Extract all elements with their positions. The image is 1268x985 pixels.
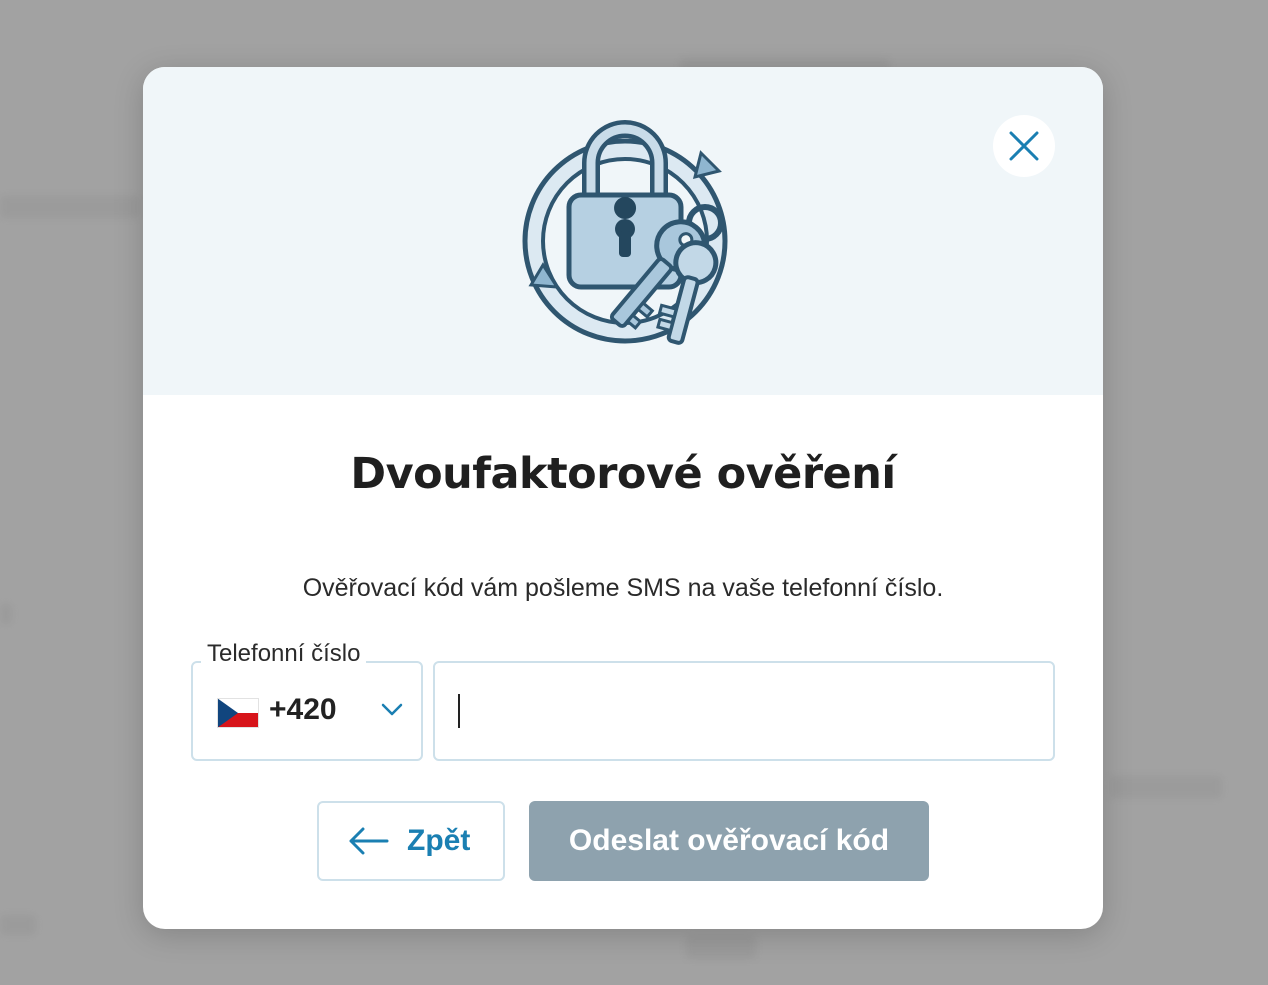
back-button[interactable]: Zpět [317,801,505,881]
two-factor-modal: Dvoufaktorové ověření Ověřovací kód vám … [143,67,1103,929]
lock-keys-icon [522,120,728,345]
back-button-label: Zpět [407,824,471,857]
send-code-button-label: Odeslat ověřovací kód [568,824,890,857]
czech-flag-icon [217,698,259,728]
modal-header [143,67,1103,395]
close-button[interactable] [993,115,1055,177]
modal-title: Dvoufaktorové ověření [350,449,896,499]
phone-field-label: Telefonní číslo [201,640,367,668]
dial-code: +420 [269,693,337,726]
country-code-select[interactable]: +420 [191,661,423,761]
close-icon [1009,131,1039,161]
text-caret [458,694,460,728]
modal-description: Ověřovací kód vám pošleme SMS na vaše te… [302,574,944,602]
chevron-down-icon [381,703,403,716]
send-code-button[interactable]: Odeslat ověřovací kód [529,801,929,881]
arrow-left-icon [349,827,389,855]
phone-number-input[interactable] [433,661,1055,761]
